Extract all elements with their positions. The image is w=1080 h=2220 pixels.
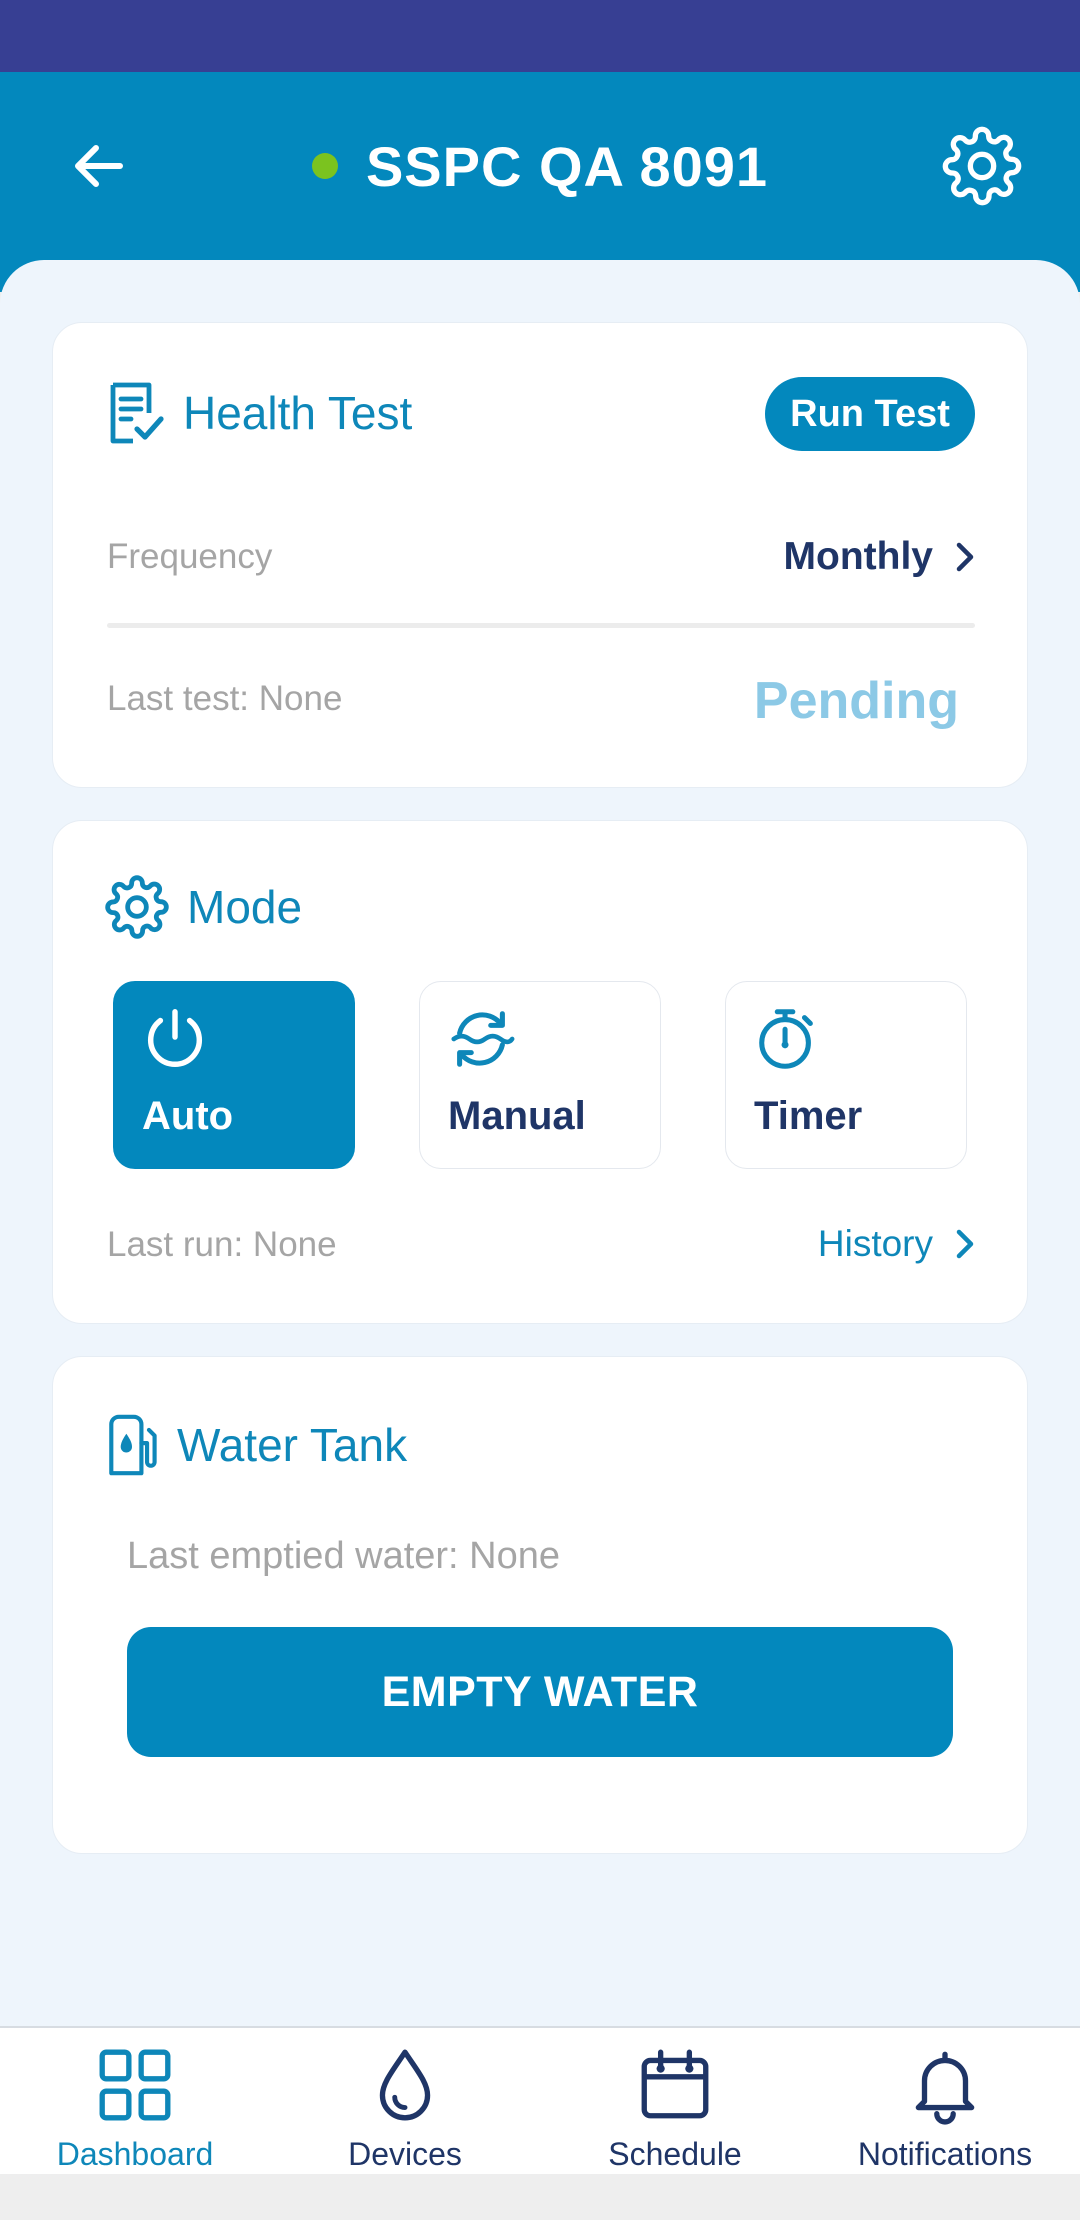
water-tank-card: Water Tank Last emptied water: None EMPT… [52,1356,1028,1854]
last-emptied-label: Last emptied water: None [127,1535,561,1577]
health-test-header: Health Test [105,381,412,445]
empty-water-button[interactable]: EMPTY WATER [127,1627,953,1757]
mode-manual-label: Manual [448,1094,586,1138]
dashboard-content: Health Test Run Test Frequency Monthly L… [0,260,1080,2026]
device-title: SSPC QA 8091 [365,134,769,198]
sync-water-icon [451,1011,515,1067]
system-nav-bar [0,2174,1080,2220]
run-test-button[interactable]: Run Test [765,377,975,451]
mode-auto-label: Auto [142,1094,234,1138]
frequency-label: Frequency [107,537,273,576]
power-icon [148,1009,202,1067]
chevron-right-icon [956,1229,974,1259]
grid-icon [99,2049,171,2121]
gear-icon [105,875,169,939]
mode-auto-button[interactable]: Auto [113,981,355,1169]
water-tank-header: Water Tank [105,1413,407,1477]
history-link[interactable]: History [818,1223,975,1265]
water-tank-icon [109,1414,157,1476]
nav-devices-label: Devices [348,2136,462,2172]
nav-devices[interactable]: Devices [270,2028,540,2176]
status-bar [0,0,1080,72]
frequency-selector[interactable]: Monthly [784,535,975,579]
mode-header: Mode [105,875,302,939]
clipboard-check-icon [110,382,164,444]
nav-notifications[interactable]: Notifications [810,2028,1080,2176]
frequency-value: Monthly [783,535,933,578]
nav-dashboard[interactable]: Dashboard [0,2028,270,2176]
mode-timer-button[interactable]: Timer [725,981,967,1169]
nav-schedule[interactable]: Schedule [540,2028,810,2176]
back-button[interactable] [62,130,134,202]
mode-title: Mode [187,881,303,933]
stopwatch-icon [759,1009,813,1069]
last-run-label: Last run: None [107,1225,337,1264]
online-status-dot [311,153,338,179]
bottom-nav: Dashboard Devices Schedule Notifications [0,2026,1080,2174]
history-label: History [817,1223,933,1264]
app-header: SSPC QA 8091 [0,72,1080,292]
health-test-title: Health Test [183,387,413,439]
test-status-badge: Pending [753,672,959,730]
header-title-group: SSPC QA 8091 [0,130,1080,202]
mode-card: Mode Auto Manual Timer Last run: None Hi… [52,820,1028,1324]
mode-timer-label: Timer [754,1094,863,1138]
calendar-icon [641,2049,709,2119]
nav-schedule-label: Schedule [608,2136,742,2172]
nav-dashboard-label: Dashboard [56,2136,214,2172]
divider [107,623,975,628]
bell-icon [915,2051,975,2125]
nav-notifications-label: Notifications [857,2136,1033,2172]
health-test-card: Health Test Run Test Frequency Monthly L… [52,322,1028,788]
last-test-label: Last test: None [107,679,343,718]
settings-button[interactable] [938,122,1026,210]
mode-manual-button[interactable]: Manual [419,981,661,1169]
arrow-left-icon [75,145,123,187]
chevron-right-icon [956,542,974,572]
water-tank-title: Water Tank [177,1419,408,1471]
water-drop-icon [379,2049,431,2121]
gear-icon [942,126,1022,206]
